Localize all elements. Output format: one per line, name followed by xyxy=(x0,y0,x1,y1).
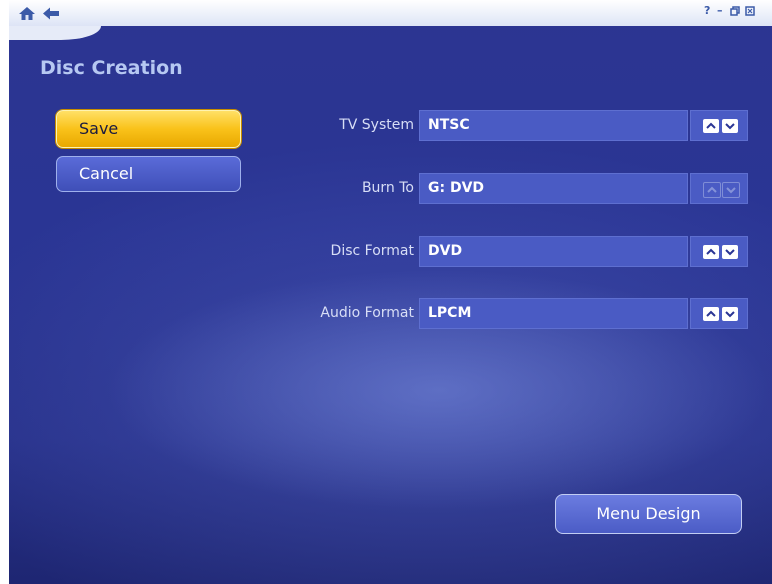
help-icon[interactable]: ? xyxy=(704,4,710,17)
chevron-up-icon xyxy=(706,248,716,255)
audio-format-field[interactable]: LPCM xyxy=(419,298,688,329)
back-arrow-icon[interactable] xyxy=(42,6,60,21)
home-icon[interactable] xyxy=(18,6,36,21)
audio-format-up-button[interactable] xyxy=(703,307,719,321)
save-button[interactable]: Save xyxy=(56,110,241,148)
tv-system-label: TV System xyxy=(339,117,414,133)
top-bar: ? – xyxy=(9,0,772,26)
disc-format-down-button[interactable] xyxy=(722,245,738,259)
burn-to-label: Burn To xyxy=(361,180,414,196)
audio-format-label: Audio Format xyxy=(320,305,414,321)
audio-format-stepper xyxy=(690,298,748,329)
burn-to-down-button xyxy=(722,182,740,198)
disc-creation-screen: ? – Disc Creation Save Cancel TV System … xyxy=(9,0,772,584)
tv-system-down-button[interactable] xyxy=(722,119,738,133)
restore-icon[interactable] xyxy=(730,4,740,19)
tv-system-up-button[interactable] xyxy=(703,119,719,133)
minimize-icon[interactable]: – xyxy=(717,4,723,17)
disc-format-label: Disc Format xyxy=(330,243,414,259)
burn-to-field: G: DVD xyxy=(419,173,688,204)
burn-to-stepper xyxy=(690,173,748,204)
chevron-up-icon xyxy=(706,310,716,317)
cancel-button[interactable]: Cancel xyxy=(56,156,241,192)
top-bar-tab xyxy=(9,26,101,40)
close-icon[interactable] xyxy=(745,4,755,19)
disc-format-up-button[interactable] xyxy=(703,245,719,259)
disc-format-field[interactable]: DVD xyxy=(419,236,688,267)
burn-to-up-button xyxy=(703,182,721,198)
chevron-down-icon xyxy=(725,123,735,130)
tv-system-stepper xyxy=(690,110,748,141)
chevron-up-icon xyxy=(706,122,716,129)
disc-format-stepper xyxy=(690,236,748,267)
chevron-down-icon xyxy=(725,311,735,318)
menu-design-button[interactable]: Menu Design xyxy=(555,494,742,534)
tv-system-field[interactable]: NTSC xyxy=(419,110,688,141)
audio-format-down-button[interactable] xyxy=(722,307,738,321)
chevron-down-icon xyxy=(726,187,736,194)
page-title: Disc Creation xyxy=(40,57,183,79)
chevron-up-icon xyxy=(707,186,717,193)
chevron-down-icon xyxy=(725,249,735,256)
